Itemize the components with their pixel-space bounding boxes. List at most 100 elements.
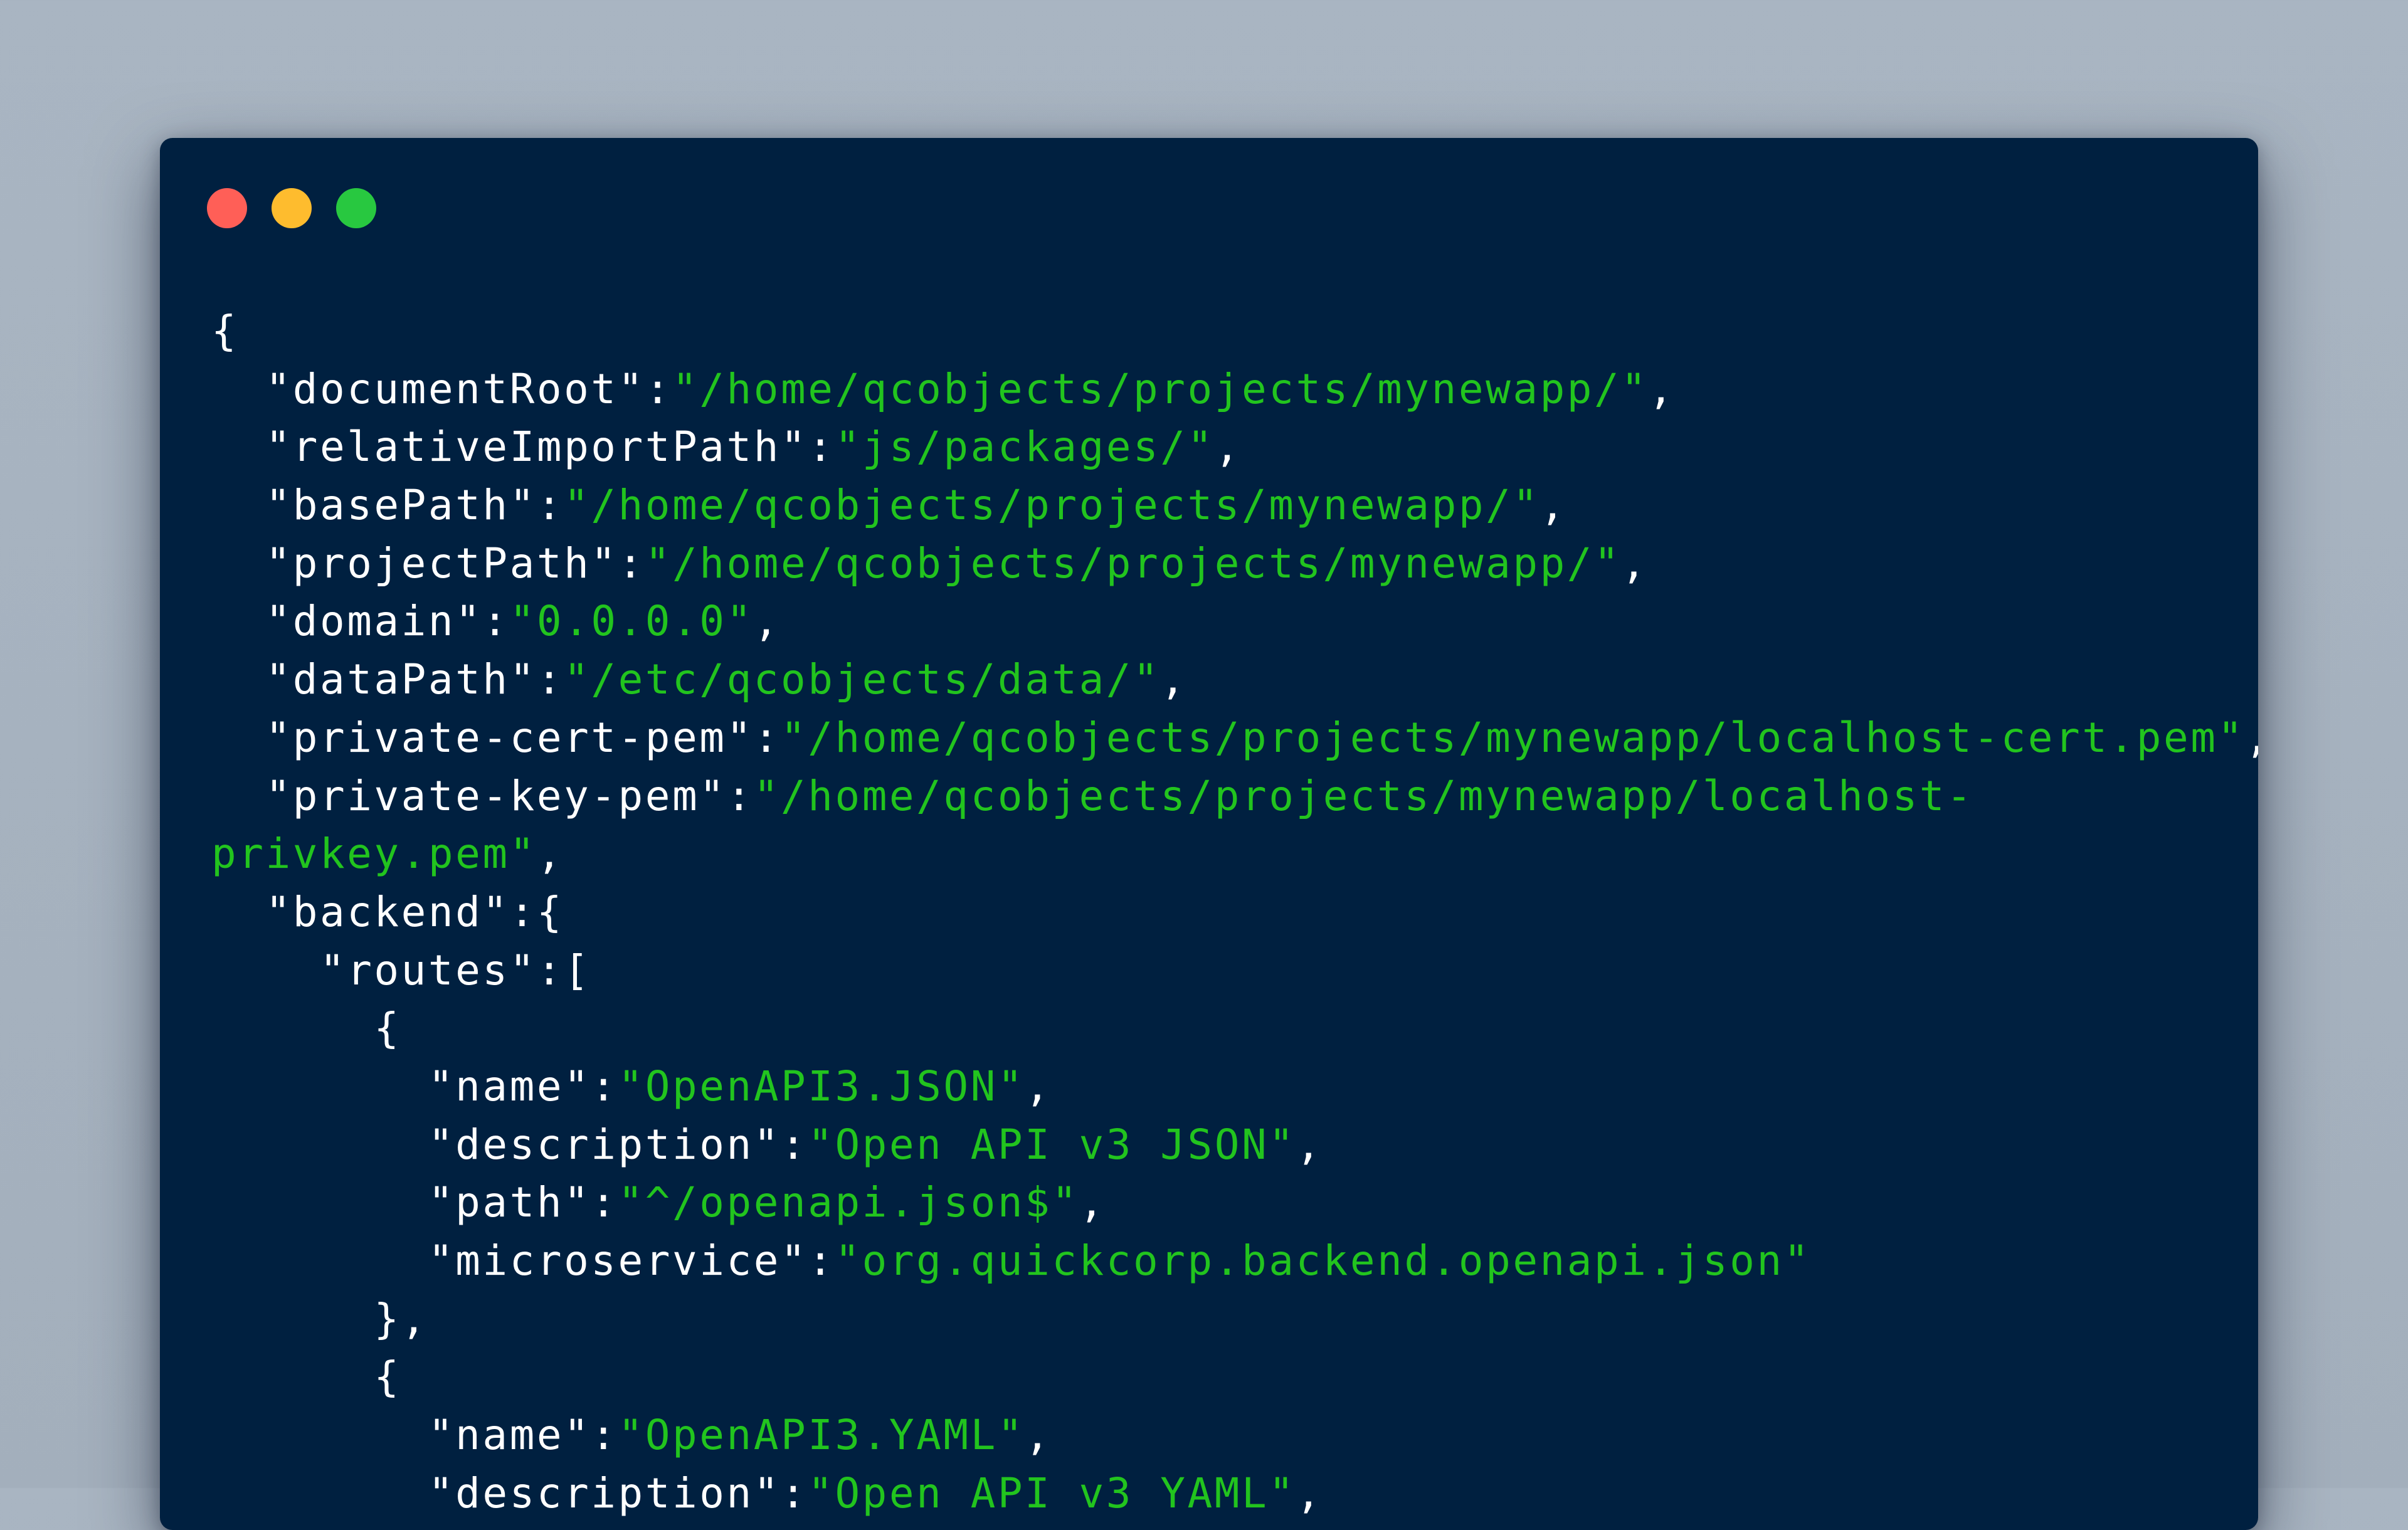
code-block: { "documentRoot":"/home/qcobjects/projec… (211, 302, 2258, 1522)
code-line: { (211, 302, 2258, 361)
code-line: "microservice":"org.quickcorp.backend.op… (211, 1232, 2258, 1290)
code-line: "routes":[ (211, 942, 2258, 1000)
punctuation: { (211, 307, 239, 355)
string-value: "/etc/qcobjects/data/" (564, 655, 1161, 704)
string-value: "js/packages/" (835, 423, 1215, 472)
string-value: "/home/qcobjects/projects/mynewapp/" (564, 481, 1540, 530)
code-line: "description":"Open API v3 JSON", (211, 1116, 2258, 1174)
punctuation: : (482, 597, 510, 646)
code-line: "backend":{ (211, 884, 2258, 942)
code-line: privkey.pem", (211, 825, 2258, 884)
punctuation: : (780, 1120, 808, 1169)
punctuation: : (780, 1469, 808, 1517)
json-key: "basePath" (265, 481, 537, 530)
punctuation: { (374, 1353, 401, 1401)
punctuation: : (726, 771, 754, 820)
punctuation: , (1296, 1120, 1323, 1169)
code-line: "name":"OpenAPI3.JSON", (211, 1058, 2258, 1116)
maximize-button-icon[interactable] (336, 188, 376, 228)
code-line: "domain":"0.0.0.0", (211, 593, 2258, 651)
punctuation: : (645, 364, 673, 413)
code-line: "basePath":"/home/qcobjects/projects/myn… (211, 477, 2258, 535)
json-key: "documentRoot" (265, 364, 645, 413)
punctuation: : (808, 423, 835, 472)
string-value: privkey.pem" (211, 830, 537, 878)
punctuation: : (536, 655, 564, 704)
json-key: "name" (428, 1062, 591, 1111)
code-line: { (211, 1348, 2258, 1406)
code-line: "dataPath":"/etc/qcobjects/data/", (211, 651, 2258, 709)
punctuation: , (1539, 481, 1567, 530)
punctuation: : (618, 539, 645, 588)
code-line: "path":"^/openapi.json$", (211, 1174, 2258, 1232)
code-line: "private-cert-pem":"/home/qcobjects/proj… (211, 709, 2258, 768)
string-value: "^/openapi.json$" (618, 1178, 1079, 1227)
punctuation: , (2245, 714, 2258, 762)
punctuation: , (1648, 364, 1676, 413)
code-line: }, (211, 1290, 2258, 1349)
punctuation: , (1160, 655, 1188, 704)
code-window: { "documentRoot":"/home/qcobjects/projec… (160, 138, 2258, 1530)
json-key: "private-cert-pem" (265, 713, 754, 762)
string-value: "0.0.0.0" (509, 597, 754, 646)
json-key: "name" (428, 1411, 591, 1460)
json-key: "microservice" (428, 1237, 808, 1285)
punctuation: , (753, 597, 781, 646)
window-controls (207, 188, 376, 228)
json-key: "backend" (265, 887, 510, 936)
punctuation: : (591, 1178, 618, 1227)
punctuation: }, (374, 1294, 428, 1343)
json-key: "description" (428, 1120, 781, 1169)
code-line: "relativeImportPath":"js/packages/", (211, 418, 2258, 477)
json-key: "path" (428, 1178, 591, 1227)
code-line: "name":"OpenAPI3.YAML", (211, 1406, 2258, 1465)
punctuation: : (808, 1237, 835, 1285)
string-value: "/home/qcobjects/projects/mynewapp/" (645, 539, 1622, 588)
string-value: "Open API v3 YAML" (808, 1469, 1296, 1517)
string-value: "/home/qcobjects/projects/mynewapp/local… (753, 771, 1974, 820)
punctuation: : (536, 481, 564, 530)
punctuation: , (1621, 539, 1649, 588)
punctuation: :[ (536, 946, 591, 994)
json-key: "projectPath" (265, 539, 618, 588)
punctuation: , (1296, 1469, 1323, 1517)
json-key: "domain" (265, 597, 483, 646)
punctuation: , (1214, 423, 1242, 472)
code-line: "private-key-pem":"/home/qcobjects/proje… (211, 768, 2258, 826)
punctuation: , (536, 830, 564, 878)
json-key: "dataPath" (265, 655, 537, 704)
punctuation: { (374, 1004, 401, 1053)
minimize-button-icon[interactable] (272, 188, 312, 228)
json-key: "relativeImportPath" (265, 423, 808, 472)
punctuation: :{ (509, 887, 564, 936)
string-value: "Open API v3 JSON" (808, 1120, 1296, 1169)
string-value: "OpenAPI3.YAML" (618, 1411, 1025, 1460)
code-line: "projectPath":"/home/qcobjects/projects/… (211, 535, 2258, 593)
json-key: "description" (428, 1469, 781, 1517)
string-value: "OpenAPI3.JSON" (618, 1062, 1025, 1111)
punctuation: , (1025, 1411, 1052, 1460)
punctuation: : (591, 1062, 618, 1111)
json-key: "routes" (319, 946, 537, 994)
punctuation: , (1025, 1062, 1052, 1111)
close-button-icon[interactable] (207, 188, 247, 228)
